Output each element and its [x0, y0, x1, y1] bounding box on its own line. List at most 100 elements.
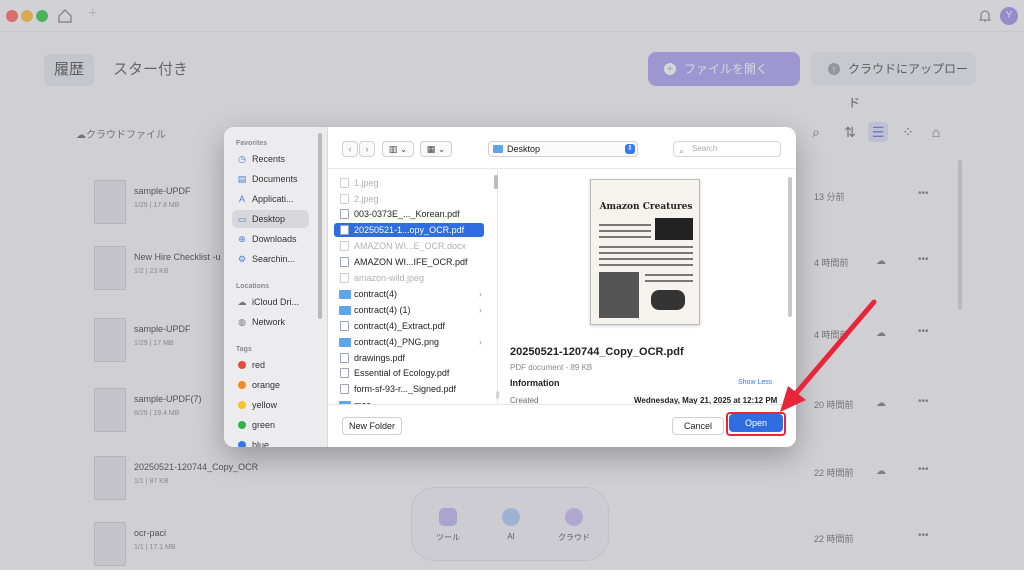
blue-dot-icon [238, 441, 246, 447]
tag-label: blue [252, 440, 270, 447]
list-item[interactable]: contract(4)_Extract.pdf [334, 319, 484, 333]
list-item[interactable]: 1.jpeg [334, 176, 484, 190]
sidebar-item-searching[interactable]: ⚙ Searchin... [232, 250, 309, 268]
list-item[interactable]: AMAZON WI...E_OCR.docx [334, 239, 484, 253]
favorites-header: Favorites [236, 140, 268, 147]
preview-bird-image [655, 218, 693, 240]
clock-icon: ◷ [238, 154, 246, 164]
preview-tree-image [599, 272, 639, 318]
tag-green[interactable]: green [232, 416, 309, 434]
show-less-link[interactable]: Show Less [738, 379, 772, 386]
list-item[interactable]: Essential of Ecology.pdf [334, 366, 484, 380]
created-label: Created [510, 396, 539, 404]
doc-file-icon [340, 241, 349, 251]
file-list-scrollbar[interactable] [494, 175, 498, 189]
desktop-icon: ▭ [237, 214, 247, 224]
location-popup[interactable]: Desktop ⇕ [488, 141, 638, 157]
globe-icon: ◍ [238, 317, 246, 327]
preview-doc-heading: Amazon Creatures [599, 202, 693, 212]
sidebar-item-icloud[interactable]: ☁ iCloud Dri... [232, 293, 309, 311]
list-item-label: contract(4) [354, 289, 398, 299]
sidebar-item-applications[interactable]: A Applicati... [232, 190, 309, 208]
yellow-dot-icon [238, 401, 246, 409]
list-item[interactable]: contract(4) (1) › [334, 303, 484, 317]
forward-button[interactable]: › [359, 141, 375, 157]
list-item[interactable]: drawings.pdf [334, 351, 484, 365]
chevron-updown-icon: ⇕ [625, 144, 635, 154]
sidebar-item-desktop[interactable]: ▭ Desktop [232, 210, 309, 228]
list-item[interactable]: contract(4) › [334, 287, 484, 301]
cancel-button[interactable]: Cancel [672, 417, 724, 435]
list-item[interactable]: 2.jpeg [334, 192, 484, 206]
list-item-selected[interactable]: 20250521-1...opy_OCR.pdf [334, 223, 484, 237]
locations-header: Locations [236, 283, 270, 290]
tag-blue[interactable]: blue [232, 436, 309, 447]
pdf-file-icon [340, 368, 349, 378]
dialog-toolbar: ‹ › ▥ ⌄ ▦ ⌄ Desktop ⇕ ⌕ Search [328, 127, 796, 169]
search-input[interactable]: ⌕ Search [673, 141, 781, 157]
list-item-label: 2.jpeg [354, 194, 379, 204]
sidebar-item-label: Downloads [252, 234, 297, 244]
search-placeholder: Search [692, 144, 718, 153]
group-button[interactable]: ▦ ⌄ [420, 141, 452, 157]
list-item-label: AMAZON WI...E_OCR.docx [354, 241, 467, 251]
preview-filename: 20250521-120744_Copy_OCR.pdf [510, 346, 684, 358]
list-item-label: drawings.pdf [354, 353, 406, 363]
back-button[interactable]: ‹ [342, 141, 358, 157]
sidebar-scrollbar[interactable] [318, 133, 322, 319]
preview-pane: Amazon Creatures 20250521-120744_Copy_OC… [504, 169, 796, 404]
information-header: Information [510, 378, 560, 388]
pdf-file-icon [340, 353, 349, 363]
list-item[interactable]: form-sf-93-r..._Signed.pdf [334, 382, 484, 396]
list-item[interactable]: AMAZON WI...IFE_OCR.pdf [334, 255, 484, 269]
image-file-icon [340, 194, 349, 204]
sidebar-item-documents[interactable]: ▤ Documents [232, 170, 309, 188]
sidebar-item-label: iCloud Dri... [252, 297, 300, 307]
preview-filetype: PDF document - 89 KB [510, 363, 593, 372]
sidebar-item-label: Recents [252, 154, 286, 164]
sidebar-item-recents[interactable]: ◷ Recents [232, 150, 309, 168]
tag-label: red [252, 360, 266, 370]
list-item[interactable]: contract(4)_PNG.png › [334, 335, 484, 349]
tags-header: Tags [236, 346, 252, 353]
pdf-file-icon [340, 384, 349, 394]
tag-label: green [252, 420, 276, 430]
orange-dot-icon [238, 381, 246, 389]
open-file-dialog: Favorites ◷ Recents ▤ Documents A Applicati… [224, 127, 796, 447]
list-item[interactable]: 003-0373E_..._Korean.pdf [334, 207, 484, 221]
gear-icon: ⚙ [237, 254, 247, 264]
sidebar-item-label: Documents [252, 174, 298, 184]
list-item-label: Essential of Ecology.pdf [354, 368, 450, 378]
folder-icon [339, 290, 351, 299]
folder-icon [339, 306, 351, 315]
sidebar-item-label: Network [252, 317, 286, 327]
preview-tapir-image [651, 290, 685, 310]
pdf-file-icon [340, 321, 349, 331]
created-value: Wednesday, May 21, 2025 at 12:12 PM [634, 396, 778, 404]
list-item-label: amazon-wild.jpeg [354, 273, 425, 283]
list-item-label: 1.jpeg [354, 178, 379, 188]
list-item-label: AMAZON WI...IFE_OCR.pdf [354, 257, 468, 267]
new-folder-button[interactable]: New Folder [342, 417, 402, 435]
chevron-right-icon: › [479, 337, 482, 347]
tag-red[interactable]: red [232, 356, 309, 374]
list-item-label: 003-0373E_..._Korean.pdf [354, 209, 460, 219]
column-resize-handle[interactable]: || [496, 392, 500, 399]
sidebar-item-downloads[interactable]: ⊕ Downloads [232, 230, 309, 248]
applications-icon: A [238, 194, 245, 204]
list-item-label: contract(4)_PNG.png [354, 337, 440, 347]
location-label: Desktop [507, 144, 541, 154]
pdf-file-icon [340, 225, 349, 235]
sidebar-item-network[interactable]: ◍ Network [232, 313, 309, 331]
search-icon: ⌕ [679, 146, 685, 156]
tag-orange[interactable]: orange [232, 376, 309, 394]
preview-scrollbar[interactable] [788, 177, 792, 317]
folder-icon [339, 338, 351, 347]
column-view-button[interactable]: ▥ ⌄ [382, 141, 414, 157]
tag-label: yellow [252, 400, 278, 410]
document-icon: ▤ [237, 174, 247, 184]
dialog-sidebar: Favorites ◷ Recents ▤ Documents A Applicati… [224, 127, 328, 447]
list-item[interactable]: amazon-wild.jpeg [334, 271, 484, 285]
tag-yellow[interactable]: yellow [232, 396, 309, 414]
pdf-file-icon [340, 257, 349, 267]
